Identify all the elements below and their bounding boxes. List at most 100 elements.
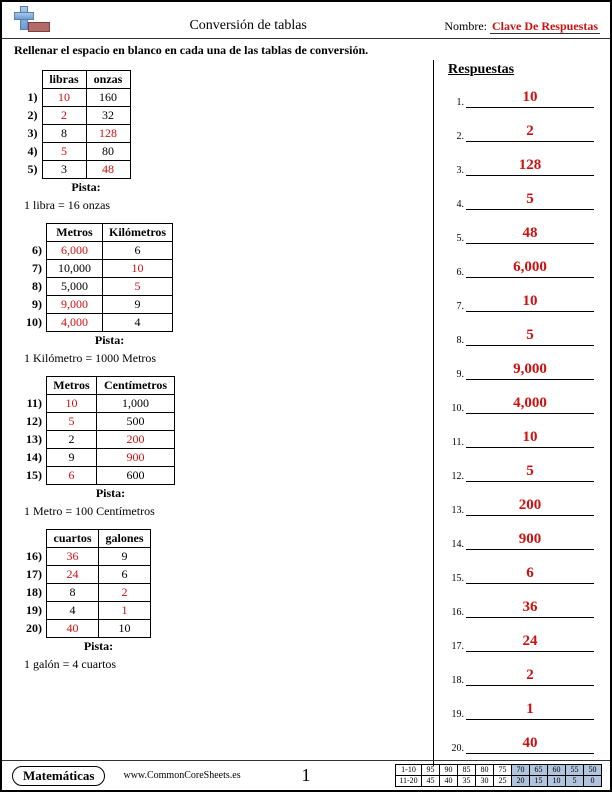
score-cell: 10 [548,776,566,787]
row-number: 7) [20,260,47,278]
row-number: 9) [20,296,47,314]
answer-number: 13. [448,505,466,516]
conversion-table: MetrosKilómetros6)6,00067)10,000108)5,00… [20,223,433,349]
score-cell: 75 [494,765,512,776]
answer-row: 10.4,000 [448,392,600,414]
page-title-block: Conversión de tablas [52,18,444,36]
answer-cell: 128 [86,125,130,143]
value-cell: 4 [47,602,99,620]
pista-label: Pista: [47,638,151,656]
column-header: galones [99,530,151,548]
answer-cell: 1 [99,602,151,620]
logo [10,6,52,36]
answer-value: 40 [466,735,594,754]
row-number: 2) [20,107,42,125]
answer-row: 11.10 [448,426,600,448]
site-url: www.CommonCoreSheets.es [123,770,240,781]
score-cell: 0 [584,776,602,787]
answer-value: 24 [466,633,594,652]
page-title: Conversión de tablas [189,18,306,33]
name-value: Clave De Respuestas [490,19,600,34]
answer-number: 11. [448,437,466,448]
value-cell: 2 [47,431,97,449]
score-cell: 5 [566,776,584,787]
score-cell: 40 [440,776,458,787]
answer-number: 1. [448,97,466,108]
value-cell: 80 [86,143,130,161]
score-cell: 70 [512,765,530,776]
answer-cell: 10 [47,395,97,413]
pista-label: Pista: [42,179,130,197]
instruction: Rellenar el espacio en blanco en cada un… [2,39,610,60]
value-cell: 1,000 [97,395,175,413]
row-number: 13) [20,431,47,449]
value-cell: 5,000 [47,278,103,296]
answer-value: 6,000 [466,259,594,278]
score-cell: 25 [494,776,512,787]
value-cell: 10,000 [47,260,103,278]
answer-row: 16.36 [448,596,600,618]
score-range-label: 1-10 [396,765,422,776]
row-number: 12) [20,413,47,431]
column-header: Metros [47,377,97,395]
column-header: libras [42,71,86,89]
row-number: 17) [20,566,47,584]
value-cell: 500 [97,413,175,431]
answer-cell: 2 [42,107,86,125]
row-number: 16) [20,548,47,566]
value-cell: 3 [42,161,86,179]
answer-cell: 5 [47,413,97,431]
score-cell: 15 [530,776,548,787]
value-cell: 8 [42,125,86,143]
answer-number: 12. [448,471,466,482]
answer-value: 128 [466,157,594,176]
answer-row: 7.10 [448,290,600,312]
answer-row: 12.5 [448,460,600,482]
answer-row: 3.128 [448,154,600,176]
answer-row: 14.900 [448,528,600,550]
conversion-table: MetrosCentímetros11)101,00012)550013)220… [20,376,433,502]
hint-text: 1 libra = 16 onzas [24,198,433,213]
subject-badge: Matemáticas [12,766,105,786]
score-cell: 30 [476,776,494,787]
answer-number: 7. [448,301,466,312]
value-cell: 6 [99,566,151,584]
answer-value: 5 [466,191,594,210]
value-cell: 160 [86,89,130,107]
value-cell: 9 [103,296,173,314]
row-number: 6) [20,242,47,260]
pista-label: Pista: [47,485,175,503]
hint-text: 1 Metro = 100 Centímetros [24,504,433,519]
answer-cell: 24 [47,566,99,584]
row-number: 10) [20,314,47,332]
value-cell: 600 [97,467,175,485]
answer-cell: 10 [103,260,173,278]
value-cell: 10 [99,620,151,638]
answer-cell: 6 [47,467,97,485]
answer-row: 18.2 [448,664,600,686]
answer-cell: 900 [97,449,175,467]
score-cell: 80 [476,765,494,776]
score-cell: 50 [584,765,602,776]
row-number: 18) [20,584,47,602]
pista-label: Pista: [47,332,173,350]
value-cell: 8 [47,584,99,602]
answer-cell: 4,000 [47,314,103,332]
value-cell: 32 [86,107,130,125]
answer-cell: 10 [42,89,86,107]
answer-number: 14. [448,539,466,550]
score-cell: 85 [458,765,476,776]
answer-row: 9.9,000 [448,358,600,380]
score-cell: 65 [530,765,548,776]
answer-row: 17.24 [448,630,600,652]
answer-row: 15.6 [448,562,600,584]
answer-value: 48 [466,225,594,244]
value-cell: 9 [47,449,97,467]
answer-number: 15. [448,573,466,584]
answer-number: 9. [448,369,466,380]
answer-value: 5 [466,327,594,346]
page-number: 1 [302,765,311,786]
answer-value: 10 [466,293,594,312]
row-number: 8) [20,278,47,296]
row-number: 1) [20,89,42,107]
